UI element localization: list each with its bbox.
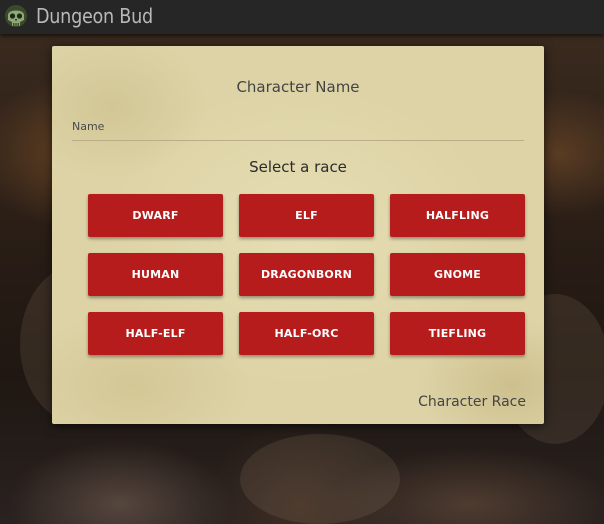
character-creation-card: Character Name Select a race DWARF ELF H… [52, 46, 544, 424]
background-figure [240, 434, 400, 524]
app-header: Dungeon Bud [0, 0, 604, 34]
race-button-halfling[interactable]: HALFLING [390, 194, 525, 237]
race-button-elf[interactable]: ELF [239, 194, 374, 237]
app-title[interactable]: Dungeon Bud [36, 4, 153, 28]
race-button-dragonborn[interactable]: DRAGONBORN [239, 253, 374, 296]
race-button-half-elf[interactable]: HALF-ELF [88, 312, 223, 355]
step-label: Character Race [418, 394, 526, 410]
race-button-dwarf[interactable]: DWARF [88, 194, 223, 237]
name-field[interactable] [72, 114, 524, 141]
race-button-grid: DWARF ELF HALFLING HUMAN DRAGONBORN GNOM… [88, 194, 525, 355]
race-button-human[interactable]: HUMAN [88, 253, 223, 296]
character-name-input[interactable] [72, 114, 524, 138]
race-button-tiefling[interactable]: TIEFLING [390, 312, 525, 355]
race-button-half-orc[interactable]: HALF-ORC [239, 312, 374, 355]
card-title: Character Name [236, 78, 360, 96]
race-heading: Select a race [249, 158, 347, 176]
skull-icon[interactable] [2, 3, 30, 31]
race-button-gnome[interactable]: GNOME [390, 253, 525, 296]
